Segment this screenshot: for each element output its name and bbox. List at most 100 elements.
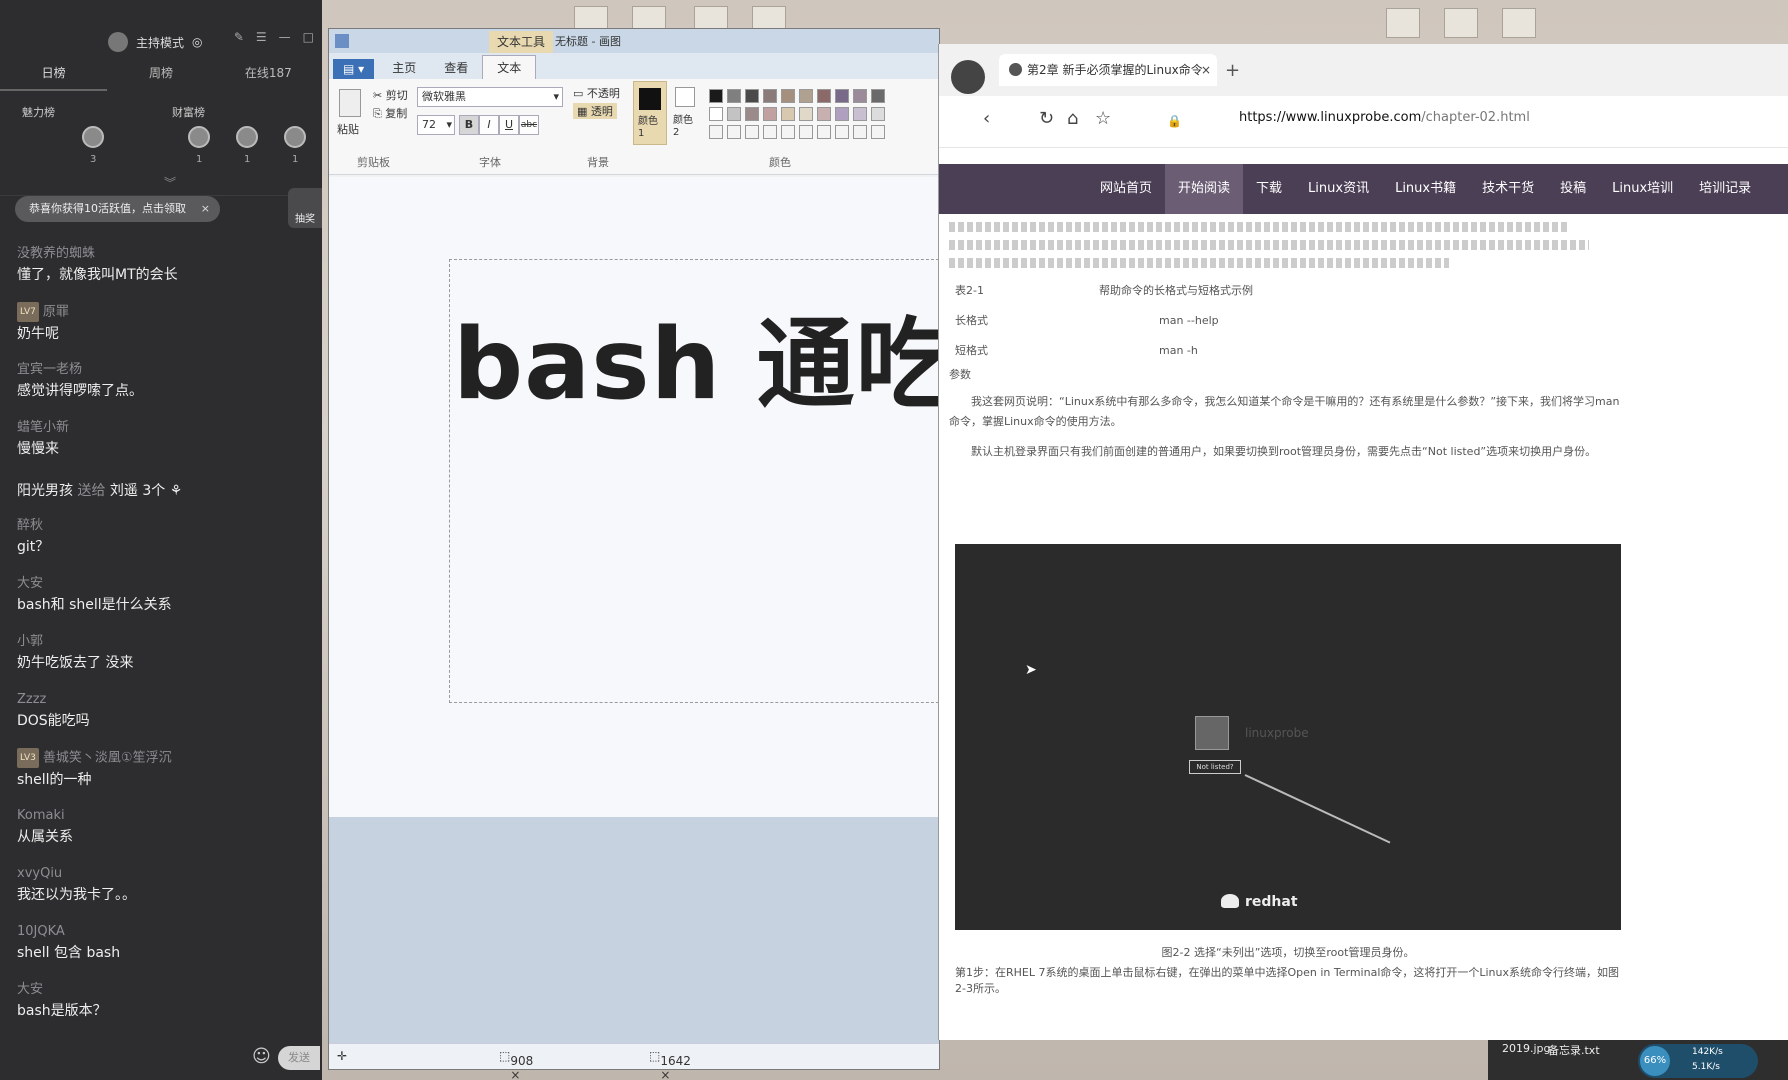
gift-sender[interactable]: 阳光男孩 [17, 483, 73, 499]
message-nick[interactable]: Komaki [17, 806, 305, 826]
network-speed-widget[interactable]: 66% 142K/s 5.1K/s [1638, 1044, 1758, 1078]
color-swatch[interactable] [727, 89, 741, 103]
color-swatch[interactable] [853, 107, 867, 121]
italic-button[interactable]: I [479, 115, 499, 135]
avatar[interactable] [951, 60, 985, 94]
color-swatch[interactable] [835, 107, 849, 121]
color-swatch[interactable] [817, 89, 831, 103]
home-icon[interactable]: ⌂ [1067, 108, 1078, 129]
back-icon[interactable]: ‹ [983, 108, 990, 129]
edit-icon[interactable]: ✎ [234, 30, 244, 44]
drawing-canvas[interactable]: bash 通吃、 [329, 177, 1053, 817]
color-swatch[interactable] [817, 107, 831, 121]
color-swatch[interactable] [781, 89, 795, 103]
color-swatch[interactable] [799, 107, 813, 121]
color-swatch[interactable] [709, 107, 723, 121]
color-swatch[interactable] [763, 89, 777, 103]
color-swatch[interactable] [853, 89, 867, 103]
message-nick[interactable]: 醉秋 [17, 516, 305, 536]
color2-button[interactable]: 颜色 2 [671, 81, 701, 145]
message-nick[interactable]: 善城笑丶淡凰①笙浮沉 [43, 751, 172, 766]
color-swatch[interactable] [781, 125, 795, 139]
message-nick[interactable]: Zzzz [17, 690, 305, 710]
color-swatch[interactable] [727, 107, 741, 121]
message-nick[interactable]: 原罪 [43, 305, 69, 320]
font-family-select[interactable]: 微软雅黑 ▾ [417, 87, 563, 107]
color-swatch[interactable] [871, 125, 885, 139]
lottery-button[interactable]: 抽奖 [288, 188, 322, 228]
message-nick[interactable]: 小郭 [17, 632, 305, 652]
browser-tab[interactable]: 第2章 新手必须掌握的Linux命令 × [999, 54, 1217, 86]
host-mode[interactable]: 主持模式 ◎ [108, 32, 203, 52]
color-swatch[interactable] [835, 89, 849, 103]
strikethrough-button[interactable]: abc [519, 115, 539, 135]
paste-label[interactable]: 粘贴 [337, 121, 359, 137]
color-swatch[interactable] [871, 89, 885, 103]
settings-icon[interactable]: ◎ [192, 35, 202, 49]
desktop-file-icon[interactable] [1386, 8, 1420, 38]
nav-download[interactable]: 下载 [1243, 164, 1295, 214]
avatar[interactable] [188, 126, 210, 148]
color-swatch[interactable] [709, 89, 723, 103]
color-swatch[interactable] [745, 89, 759, 103]
nav-submit[interactable]: 投稿 [1547, 164, 1599, 214]
tab-text[interactable]: 文本 [482, 55, 537, 79]
color-swatch[interactable] [745, 125, 759, 139]
emoji-icon[interactable]: ☺ [252, 1046, 271, 1067]
nav-linux-news[interactable]: Linux资讯 [1295, 164, 1382, 214]
close-icon[interactable]: × [201, 196, 210, 222]
nav-training[interactable]: Linux培训 [1599, 164, 1686, 214]
color-swatch[interactable] [763, 107, 777, 121]
charm-rank-label[interactable]: 魅力榜 [22, 104, 55, 120]
avatar[interactable] [236, 126, 258, 148]
nav-linux-books[interactable]: Linux书籍 [1382, 164, 1469, 214]
nav-training-records[interactable]: 培训记录 [1686, 164, 1764, 214]
new-tab-icon[interactable]: + [1225, 60, 1240, 81]
star-icon[interactable]: ☆ [1095, 108, 1111, 129]
message-nick[interactable]: 宜宾一老杨 [17, 360, 305, 380]
color-swatch[interactable] [817, 125, 831, 139]
desktop-file-icon[interactable] [1502, 8, 1536, 38]
color1-button[interactable]: 颜色 1 [633, 81, 667, 145]
opaque-option[interactable]: ▭ 不透明 [573, 85, 620, 101]
close-icon[interactable]: × [1201, 54, 1211, 86]
message-nick[interactable]: xvyQiu [17, 864, 305, 884]
paste-icon[interactable] [339, 89, 361, 117]
taskbar-file[interactable]: 备忘录.txt [1548, 1042, 1600, 1058]
wealth-rank-label[interactable]: 财富榜 [172, 104, 205, 120]
color-swatch[interactable] [799, 89, 813, 103]
color-swatch[interactable] [835, 125, 849, 139]
nav-tech[interactable]: 技术干货 [1469, 164, 1547, 214]
taskbar-file[interactable]: 2019.jpg [1502, 1042, 1551, 1055]
tab-home[interactable]: 主页 [378, 56, 430, 79]
color-swatch[interactable] [781, 107, 795, 121]
avatar[interactable] [284, 126, 306, 148]
message-nick[interactable]: 大安 [17, 980, 305, 1000]
desktop-file-icon[interactable] [1444, 8, 1478, 38]
reward-notice[interactable]: 恭喜你获得10活跃值，点击领取 × [15, 196, 220, 222]
message-nick[interactable]: 蜡笔小新 [17, 418, 305, 438]
copy-button[interactable]: ⎘ 复制 [373, 105, 407, 121]
avatar[interactable] [82, 126, 104, 148]
color-swatch[interactable] [727, 125, 741, 139]
color-swatch[interactable] [853, 125, 867, 139]
reload-icon[interactable]: ↻ [1039, 108, 1054, 129]
tab-view[interactable]: 查看 [430, 56, 482, 79]
chevron-down-icon[interactable]: ︾ [164, 174, 176, 191]
transparent-option[interactable]: ▦ 透明 [573, 103, 617, 119]
nav-start-reading[interactable]: 开始阅读 [1165, 164, 1244, 214]
cut-button[interactable]: ✂ 剪切 [373, 87, 408, 103]
color-swatch[interactable] [871, 107, 885, 121]
maximize-icon[interactable]: □ [303, 30, 314, 44]
underline-button[interactable]: U [499, 115, 519, 135]
color-swatch[interactable] [709, 125, 723, 139]
address-bar[interactable]: https://www.linuxprobe.com/chapter-02.ht… [1239, 110, 1530, 125]
color-swatch[interactable] [763, 125, 777, 139]
message-nick[interactable]: 没教养的蜘蛛 [17, 244, 305, 264]
message-nick[interactable]: 大安 [17, 574, 305, 594]
nav-home[interactable]: 网站首页 [1087, 164, 1165, 214]
bold-button[interactable]: B [459, 115, 479, 135]
color-swatch[interactable] [745, 107, 759, 121]
send-button[interactable]: 发送 [278, 1046, 320, 1070]
message-nick[interactable]: 10JQKA [17, 922, 305, 942]
